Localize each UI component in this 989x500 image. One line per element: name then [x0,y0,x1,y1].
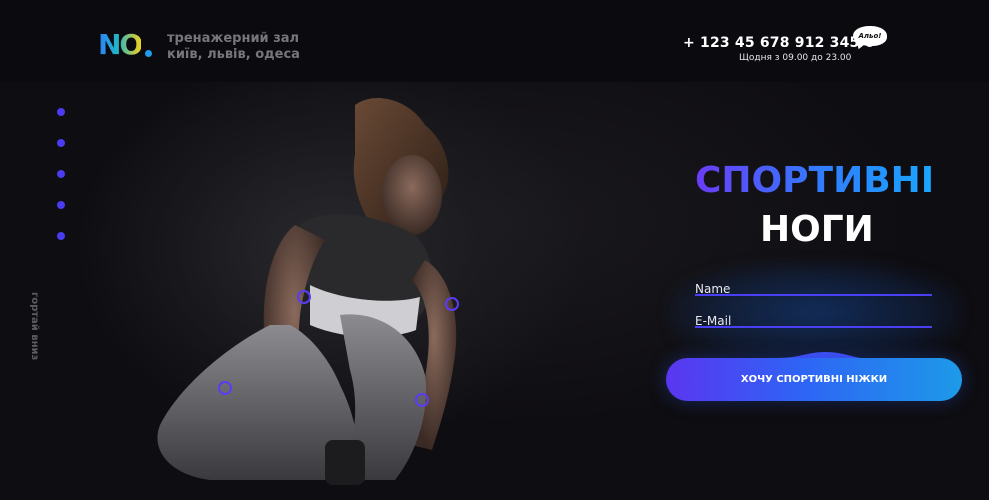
nav-dot-1[interactable] [57,108,65,116]
tagline-cities: київ, львів, одеса [167,47,300,62]
brand-logo[interactable]: NO [98,31,143,59]
nav-dot-5[interactable] [57,232,65,240]
speech-bubble-icon: Альо! [853,26,887,46]
muscle-hotspot-1[interactable] [297,290,311,304]
nav-dot-4[interactable] [57,201,65,209]
hero-heading-line1: СПОРТИВНІ [695,160,935,201]
nav-dot-3[interactable] [57,170,65,178]
tagline: тренажерний зал київ, львів, одеса [167,31,300,63]
logo-dot [145,50,152,57]
phone-link[interactable]: + 123 45 678 912 345 6 [683,35,875,51]
scroll-down-label[interactable]: гортай вниз [26,292,40,362]
hero-heading-line2: НОГИ [760,209,874,250]
name-field [695,278,932,297]
submit-button[interactable]: ХОЧУ СПОРТИВНІ НІЖКИ [666,358,962,401]
landing-page: NO тренажерний зал київ, львів, одеса + … [0,0,989,500]
working-hours: Щодня з 09.00 до 23.00 [739,53,852,63]
nav-dot-2[interactable] [57,139,65,147]
tagline-title: тренажерний зал [167,31,300,46]
hero-athlete-image [157,97,457,485]
muscle-hotspot-4[interactable] [415,393,429,407]
muscle-hotspot-3[interactable] [218,381,232,395]
email-input[interactable] [695,313,932,329]
muscle-hotspot-2[interactable] [445,297,459,311]
name-input[interactable] [695,281,932,297]
bubble-text: Альо! [858,32,882,40]
email-field [695,310,932,329]
